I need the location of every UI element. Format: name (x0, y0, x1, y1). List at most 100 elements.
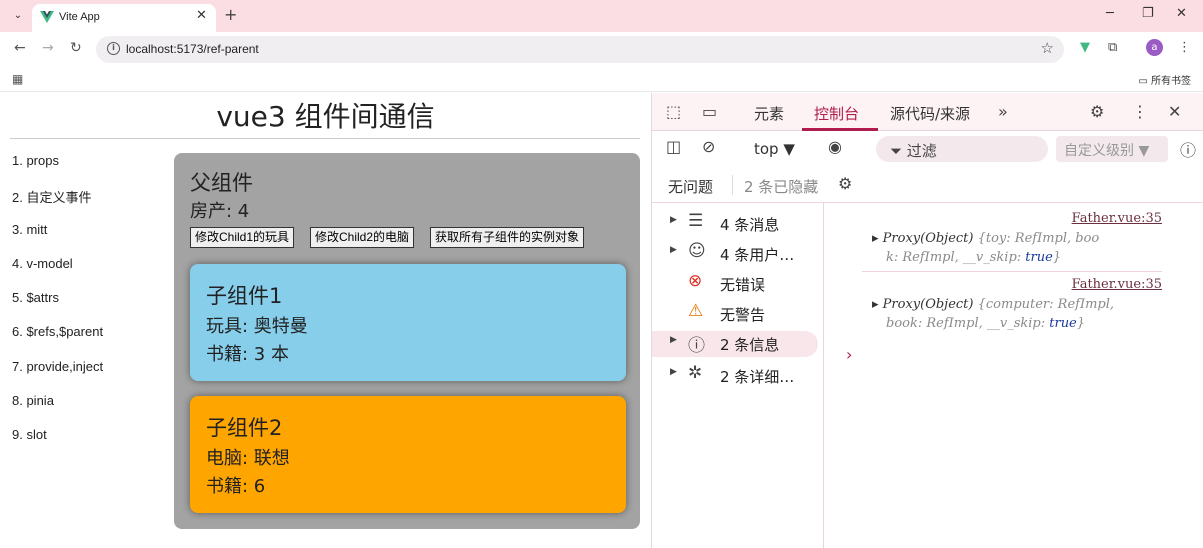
back-icon[interactable]: ← (14, 40, 26, 56)
hidden-count: 2 条已隐藏 (744, 178, 819, 196)
bookmark-star-icon[interactable]: ☆ (1041, 39, 1054, 57)
sidebar-item-label: 2 条信息 (720, 336, 780, 354)
message-source-link[interactable]: Father.vue:35 (1072, 211, 1162, 226)
child2-title: 子组件2 (206, 416, 283, 440)
issues-divider (732, 175, 733, 195)
console-settings-icon[interactable]: ⓘ (1180, 137, 1196, 161)
log-level-select[interactable]: 自定义级别 ▼ (1056, 136, 1168, 162)
vue-logo-icon (40, 11, 54, 23)
extensions-icon[interactable]: ⧉ (1108, 40, 1117, 55)
browser-toolbar: ← → ↻ i localhost:5173/ref-parent ☆ ▼ ⧉ … (0, 32, 1203, 66)
bookmarks-bar: ▦ ▭ 所有书签 (0, 66, 1203, 92)
tab-close-icon[interactable]: ✕ (196, 8, 207, 23)
device-toolbar-icon[interactable]: ▭ (702, 102, 717, 121)
bug-icon: ✲ (688, 363, 703, 383)
restore-icon[interactable]: ❐ (1142, 6, 1154, 21)
tab-sources[interactable]: 源代码/来源 (890, 103, 970, 124)
child1-title: 子组件1 (206, 284, 283, 308)
browser-tab[interactable]: Vite App ✕ (32, 4, 216, 32)
change-child1-toy-button[interactable]: 修改Child1的玩具 (190, 227, 295, 248)
minimize-icon[interactable]: ─ (1106, 6, 1114, 21)
devtools-menu-icon[interactable]: ⋮ (1132, 102, 1148, 121)
sidebar-item-verbose[interactable]: ▶ ✲ 2 条详细… (670, 363, 818, 389)
nav-item[interactable]: 2. 自定义事件 (12, 187, 103, 221)
folder-icon: ▭ (1138, 76, 1148, 87)
tab-search-icon[interactable]: ⌄ (8, 6, 28, 26)
nav-list: 1. props 2. 自定义事件 3. mitt 4. v-model 5. … (12, 153, 103, 462)
tab-title: Vite App (59, 11, 100, 23)
live-expression-eye-icon[interactable]: ◉ (828, 137, 842, 156)
warning-icon: ⚠ (688, 301, 704, 321)
page-content: vue3 组件间通信 1. props 2. 自定义事件 3. mitt 4. … (0, 93, 651, 548)
sidebar-item-label: 4 条消息 (720, 216, 780, 234)
console-output: Father.vue:35 ▸ Proxy(Object) {toy: RefI… (824, 203, 1203, 548)
child2-book: 书籍: 6 (206, 476, 266, 497)
sidebar-item-errors[interactable]: ⊗ 无错误 (670, 271, 818, 297)
list-icon: ☰ (688, 211, 704, 231)
apps-grid-icon[interactable]: ▦ (12, 72, 23, 86)
child2-computer: 电脑: 联想 (206, 448, 290, 469)
console-toolbar: ◫ ⊘ top ▼ ◉ ⏷ 过滤 自定义级别 ▼ ⓘ (652, 131, 1203, 167)
nav-item[interactable]: 5. $attrs (12, 290, 103, 324)
expand-arrow-icon[interactable]: ▶ (670, 215, 677, 225)
parent-component: 父组件 房产: 4 修改Child1的玩具 修改Child2的电脑 获取所有子组… (174, 153, 640, 529)
sidebar-item-user-messages[interactable]: ▶ ☺ 4 条用户… (670, 241, 818, 267)
error-icon: ⊗ (688, 271, 703, 291)
profile-avatar[interactable]: a (1146, 39, 1163, 56)
get-all-children-button[interactable]: 获取所有子组件的实例对象 (430, 227, 585, 248)
sidebar-item-warnings[interactable]: ⚠ 无警告 (670, 301, 818, 327)
new-tab-icon[interactable]: + (224, 5, 237, 24)
nav-item[interactable]: 1. props (12, 153, 103, 187)
message-divider (862, 271, 1162, 272)
settings-gear-icon[interactable]: ⚙ (1090, 102, 1104, 121)
site-info-icon[interactable]: i (107, 42, 120, 55)
context-selector[interactable]: top ▼ (754, 140, 795, 158)
nav-item[interactable]: 7. provide,inject (12, 359, 103, 393)
tab-elements[interactable]: 元素 (754, 103, 784, 124)
tab-console[interactable]: 控制台 (814, 103, 859, 124)
message-body[interactable]: ▸ Proxy(Object) {computer: RefImpl, book… (872, 295, 1172, 333)
parent-house: 房产: 4 (190, 201, 250, 222)
title-divider (10, 138, 640, 139)
user-icon: ☺ (688, 241, 706, 261)
sidebar-item-info[interactable]: ▶ ⓘ 2 条信息 (652, 331, 818, 357)
clear-console-icon[interactable]: ⊘ (702, 137, 715, 156)
sidebar-item-label: 无警告 (720, 306, 766, 324)
reload-icon[interactable]: ↻ (70, 40, 82, 56)
page-title: vue3 组件间通信 (216, 100, 435, 133)
inspect-element-icon[interactable]: ⬚ (666, 102, 681, 121)
nav-item[interactable]: 3. mitt (12, 222, 103, 256)
all-bookmarks[interactable]: ▭ 所有书签 (1138, 72, 1191, 87)
all-bookmarks-label: 所有书签 (1151, 76, 1191, 87)
sidebar-toggle-icon[interactable]: ◫ (666, 137, 681, 156)
issues-settings-icon[interactable]: ⚙ (838, 174, 852, 193)
change-child2-computer-button[interactable]: 修改Child2的电脑 (310, 227, 415, 248)
window-close-icon[interactable]: ✕ (1176, 6, 1187, 21)
filter-label: ⏷ 过滤 (890, 142, 937, 160)
url-text[interactable]: localhost:5173/ref-parent (126, 42, 259, 56)
nav-item[interactable]: 6. $refs,$parent (12, 324, 103, 358)
nav-item[interactable]: 8. pinia (12, 393, 103, 427)
no-issues-label: 无问题 (668, 178, 714, 196)
browser-window: ⌄ Vite App ✕ + ─ ❐ ✕ ← → ↻ i localhost:5… (0, 0, 1203, 548)
expand-arrow-icon[interactable]: ▶ (670, 367, 677, 377)
vue-devtools-extension-icon[interactable]: ▼ (1080, 40, 1090, 55)
expand-arrow-icon[interactable]: ▶ (670, 245, 677, 255)
tab-strip: ⌄ Vite App ✕ + ─ ❐ ✕ (0, 0, 1203, 32)
child-component-2: 子组件2 电脑: 联想 书籍: 6 (190, 396, 626, 513)
expand-arrow-icon[interactable]: ▶ (670, 335, 677, 345)
nav-item[interactable]: 9. slot (12, 427, 103, 461)
filter-funnel-icon: ⏷ (890, 142, 903, 160)
sidebar-item-messages[interactable]: ▶ ☰ 4 条消息 (670, 211, 818, 237)
address-bar[interactable]: i localhost:5173/ref-parent ☆ (96, 36, 1064, 63)
menu-kebab-icon[interactable]: ⋮ (1178, 40, 1191, 55)
devtools-close-icon[interactable]: ✕ (1168, 102, 1181, 121)
more-tabs-icon[interactable]: » (998, 102, 1008, 121)
message-source-link[interactable]: Father.vue:35 (1072, 277, 1162, 292)
message-body[interactable]: ▸ Proxy(Object) {toy: RefImpl, boo k: Re… (872, 229, 1172, 267)
forward-icon[interactable]: → (42, 40, 54, 56)
filter-input[interactable]: ⏷ 过滤 (876, 136, 1048, 162)
console-prompt[interactable]: › (846, 345, 852, 364)
log-level-label: 自定义级别 ▼ (1064, 143, 1150, 159)
nav-item[interactable]: 4. v-model (12, 256, 103, 290)
